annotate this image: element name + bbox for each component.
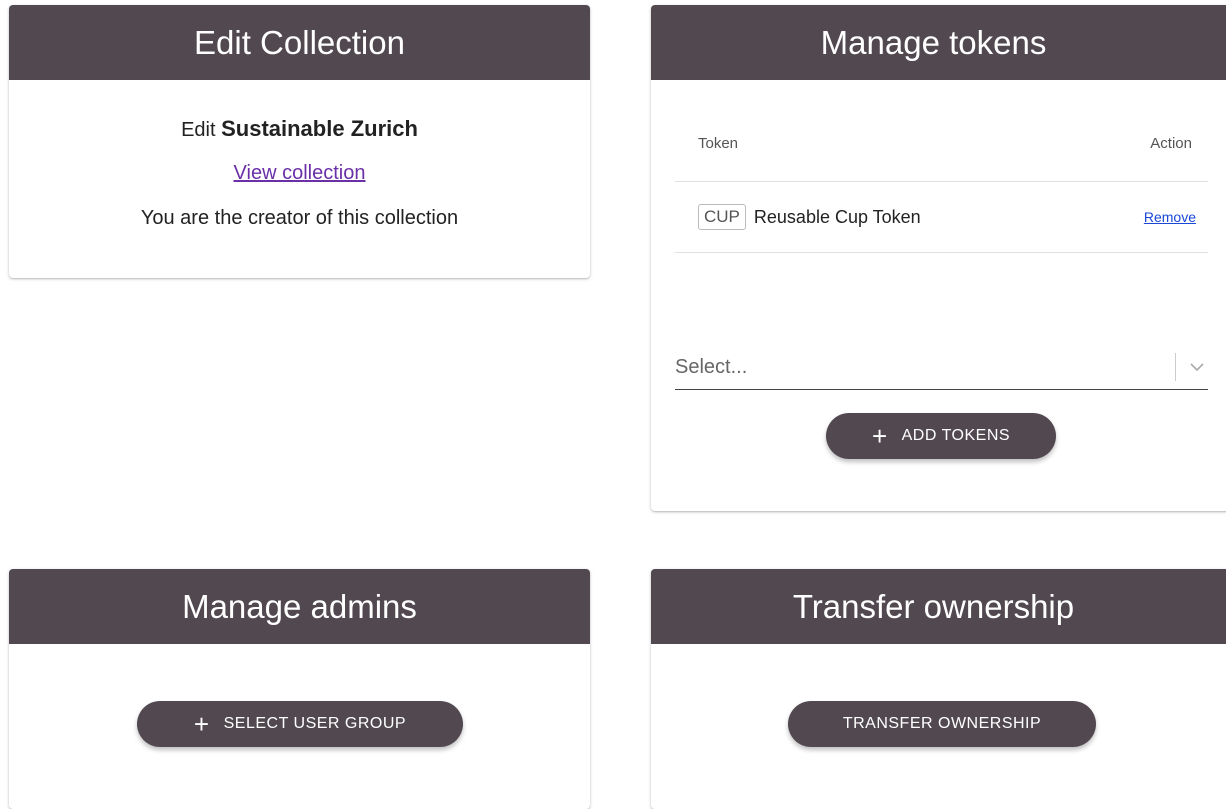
column-header-action: Action bbox=[1150, 135, 1192, 152]
select-indicator-separator bbox=[1175, 353, 1176, 381]
collection-name: Sustainable Zurich bbox=[221, 116, 418, 141]
add-tokens-label: ADD TOKENS bbox=[901, 427, 1011, 444]
chevron-down-icon[interactable] bbox=[1186, 359, 1208, 375]
table-row: CUP Reusable Cup Token Remove bbox=[675, 182, 1208, 253]
column-header-token: Token bbox=[698, 135, 739, 152]
edit-prefix: Edit bbox=[181, 119, 216, 141]
add-tokens-button[interactable]: + ADD TOKENS bbox=[826, 413, 1056, 459]
token-symbol-chip: CUP bbox=[698, 204, 746, 230]
manage-tokens-card: Manage tokens Token Action CUP Reusable … bbox=[651, 5, 1226, 511]
manage-admins-card: Manage admins + SELECT USER GROUP bbox=[9, 569, 590, 809]
edit-collection-title: Edit Collection bbox=[9, 5, 590, 80]
select-user-group-label: SELECT USER GROUP bbox=[223, 715, 407, 732]
edit-collection-card: Edit Collection Edit Sustainable Zurich … bbox=[9, 5, 590, 278]
plus-icon: + bbox=[193, 709, 210, 739]
manage-admins-title: Manage admins bbox=[9, 569, 590, 644]
tokens-table: Token Action CUP Reusable Cup Token Remo… bbox=[675, 115, 1208, 253]
transfer-ownership-title: Transfer ownership bbox=[651, 569, 1226, 644]
remove-token-link[interactable]: Remove bbox=[1144, 209, 1208, 225]
plus-icon: + bbox=[871, 421, 888, 451]
tokens-table-header: Token Action bbox=[675, 115, 1208, 182]
view-collection-link[interactable]: View collection bbox=[234, 162, 366, 185]
manage-tokens-title: Manage tokens bbox=[651, 5, 1226, 80]
edit-heading: Edit Sustainable Zurich bbox=[9, 116, 590, 142]
creator-note: You are the creator of this collection bbox=[140, 207, 459, 229]
select-user-group-button[interactable]: + SELECT USER GROUP bbox=[137, 701, 463, 747]
transfer-ownership-card: Transfer ownership TRANSFER OWNERSHIP bbox=[651, 569, 1226, 809]
token-name: Reusable Cup Token bbox=[753, 206, 921, 227]
transfer-ownership-button[interactable]: TRANSFER OWNERSHIP bbox=[788, 701, 1096, 747]
token-select-placeholder: Select... bbox=[675, 355, 748, 378]
token-select[interactable]: Select... bbox=[675, 345, 1208, 390]
